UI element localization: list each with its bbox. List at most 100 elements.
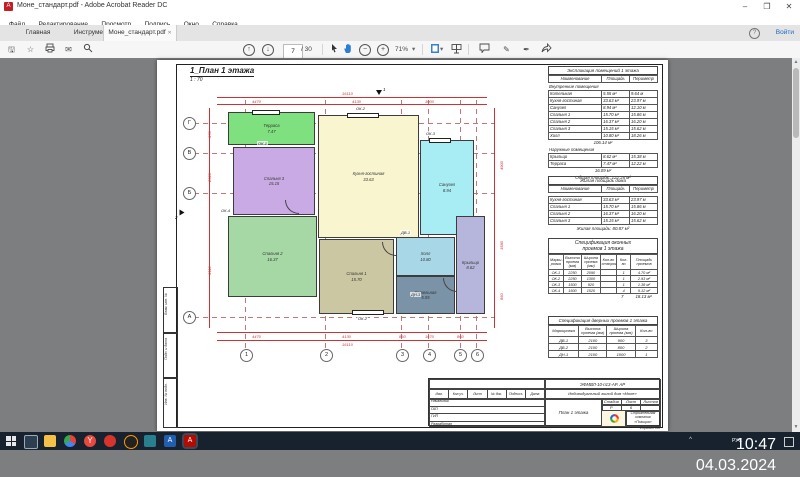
page-count-label: / 30 xyxy=(301,44,312,55)
presentation-icon[interactable] xyxy=(450,43,463,56)
margin-box: Инв. № подл. xyxy=(163,377,178,428)
search-icon[interactable] xyxy=(81,43,94,56)
margin-box: Взам. инв. № xyxy=(163,287,178,334)
living-area-table: Жилая площадь дома НаименованиеПлощадьПе… xyxy=(548,176,658,232)
zoom-caret-icon[interactable]: ▾ xyxy=(412,44,415,55)
label-dv1: ДВ-1 xyxy=(400,230,411,235)
app-icon-red[interactable] xyxy=(104,435,116,447)
close-button[interactable]: ✕ xyxy=(778,0,800,13)
section-mark-icon xyxy=(376,90,382,95)
axis-col-1: 1 xyxy=(240,349,253,362)
share-icon[interactable] xyxy=(540,43,553,56)
label-dn1: ДН-1 xyxy=(410,292,421,297)
zoom-level[interactable]: 71% xyxy=(395,44,408,55)
margin-box: Подп. и дата xyxy=(163,332,178,379)
drawing-scale: 1 : 70 xyxy=(190,77,203,83)
tray-caret-icon[interactable]: ^ xyxy=(689,437,692,443)
room-kitchen: Кухня-гостиная33.63 xyxy=(318,115,419,238)
axis-row-b: Б xyxy=(183,187,196,200)
company-logo xyxy=(610,414,619,423)
print-icon[interactable] xyxy=(43,43,56,56)
start-button[interactable] xyxy=(6,436,16,446)
scroll-up-icon[interactable]: ▲ xyxy=(792,58,800,67)
explication-table: Экспликация помещений 1 этажа Наименован… xyxy=(548,66,658,181)
acrobat-app-icon: A xyxy=(4,2,13,11)
sheet-name: План 1 этажа xyxy=(544,398,603,427)
notification-icon[interactable] xyxy=(784,437,794,447)
window-title: Моне_стандарт.pdf - Adobe Acrobat Reader… xyxy=(17,2,167,9)
window-mark xyxy=(347,113,379,118)
label-ok1: ОК-1 xyxy=(257,141,268,146)
axis-row-a: А xyxy=(183,311,196,324)
app-icon-dark[interactable] xyxy=(124,435,138,449)
app-icon-teal[interactable] xyxy=(144,435,156,447)
help-icon[interactable]: ? xyxy=(749,28,760,39)
pencil-icon[interactable]: ✎ xyxy=(500,43,513,56)
save-icon[interactable]: 🖫 xyxy=(5,43,18,56)
scroll-down-icon[interactable]: ▼ xyxy=(792,423,800,432)
label-ok3: ОК-3 xyxy=(425,131,436,136)
main-toolbar: 🖫 ☆ ✉ ↑ ↓ / 30 − + 71% ▾ ▾ ✎ ✒ xyxy=(0,41,800,59)
zoom-in-icon[interactable]: + xyxy=(377,44,389,56)
format-label: Формат А3 xyxy=(639,426,660,430)
axis-col-6: 6 xyxy=(471,349,484,362)
windows-spec-table: Спецификация оконных проемов 1 этажа Мар… xyxy=(548,238,658,299)
restore-button[interactable]: ❐ xyxy=(756,0,778,13)
window-mark xyxy=(352,310,384,315)
room-bedroom1: Спальня 115.70 xyxy=(319,239,394,314)
title-bar: A Моне_стандарт.pdf - Adobe Acrobat Read… xyxy=(0,0,800,14)
tab-document-label: Моне_стандарт.pdf xyxy=(108,29,165,36)
view-caret-icon[interactable]: ▾ xyxy=(440,44,443,55)
section-mark-icon xyxy=(180,210,185,216)
page-number-input[interactable] xyxy=(283,44,303,59)
task-view-icon[interactable] xyxy=(24,435,38,449)
comment-icon[interactable] xyxy=(478,43,491,56)
signin-button[interactable]: Войти xyxy=(776,25,794,41)
axis-col-2: 2 xyxy=(320,349,333,362)
taskbar: Y A A ^ РУС 10:47 04.03.2024 xyxy=(0,432,800,450)
autocad-icon[interactable]: A xyxy=(164,435,176,447)
tab-close-icon[interactable]: ✕ xyxy=(167,30,171,36)
next-page-icon[interactable]: ↓ xyxy=(262,44,274,56)
room-bedroom2: Спальня 216.37 xyxy=(228,216,317,297)
axis-col-4: 4 xyxy=(423,349,436,362)
label-ok2-bottom: ОК-2 xyxy=(357,316,368,321)
tab-document[interactable]: Моне_стандарт.pdf ✕ xyxy=(103,25,177,41)
tab-bar: Главная Инструменты Моне_стандарт.pdf ✕ … xyxy=(0,25,800,42)
scrollbar-thumb[interactable] xyxy=(793,68,799,138)
room-terrace: Терраса7.47 xyxy=(228,112,315,145)
file-explorer-icon[interactable] xyxy=(44,435,56,447)
section-label: 1 xyxy=(383,87,386,92)
minimize-button[interactable]: – xyxy=(734,0,756,13)
window-mark xyxy=(429,138,451,143)
yandex-browser-icon[interactable]: Y xyxy=(84,435,96,447)
acrobat-taskbar-icon[interactable]: A xyxy=(184,435,196,447)
chrome-icon[interactable] xyxy=(64,435,76,447)
tab-home[interactable]: Главная xyxy=(18,25,58,41)
document-viewport[interactable]: Взам. инв. № Подп. и дата Инв. № подл. 1… xyxy=(0,58,800,432)
label-ok4: ОК-4 xyxy=(220,208,231,213)
title-block: ЭФМВЛ-10-п13-АР. АР Индивидуальный жилой… xyxy=(428,378,660,426)
pdf-page: Взам. инв. № Подп. и дата Инв. № подл. 1… xyxy=(157,60,668,431)
section-label: 2 xyxy=(175,215,178,220)
star-icon[interactable]: ☆ xyxy=(24,43,37,56)
select-tool-icon[interactable] xyxy=(328,43,341,56)
axis-col-5: 5 xyxy=(454,349,467,362)
prev-page-icon[interactable]: ↑ xyxy=(243,44,255,56)
drawing-title: 1_План 1 этажа xyxy=(190,66,254,77)
doors-spec-table: Спецификация дверных проемов 1 этажа Мар… xyxy=(548,316,658,358)
axis-row-g: Г xyxy=(183,117,196,130)
axis-row-v: В xyxy=(183,147,196,160)
hand-tool-icon[interactable] xyxy=(342,43,355,56)
company-name: Строительнаякомпания«Позиция» xyxy=(625,410,661,427)
axis-col-3: 3 xyxy=(396,349,409,362)
zoom-out-icon[interactable]: − xyxy=(359,44,371,56)
vertical-scrollbar[interactable]: ▲ ▼ xyxy=(792,58,800,432)
room-porch: Крыльцо8.62 xyxy=(456,216,485,314)
clock[interactable]: 10:47 04.03.2024 xyxy=(696,435,776,477)
room-hall: Холл10.80 xyxy=(396,237,455,276)
label-ok2-top: ОК-2 xyxy=(355,106,366,111)
fill-sign-icon[interactable]: ✒ xyxy=(520,43,533,56)
email-icon[interactable]: ✉ xyxy=(62,43,75,56)
window-mark xyxy=(252,110,280,115)
